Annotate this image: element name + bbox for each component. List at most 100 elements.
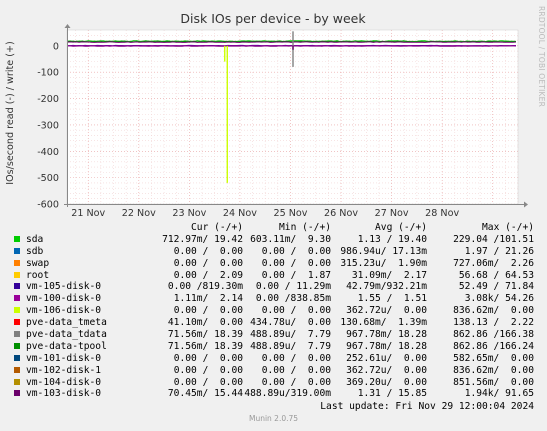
legend-series-name: root [26, 269, 50, 281]
x-tick-label: 28 Nov [425, 208, 459, 219]
legend-series-name: vm-104-disk-0 [26, 376, 102, 388]
legend-row: swap 0.00 / 0.00 0.00 / 0.00 315.23u/ 1.90m… [12, 258, 534, 270]
legend-avg: 315.23u/ 1.90m [340, 257, 427, 269]
x-tick-label: 23 Nov [172, 208, 206, 219]
legend-series-name: vm-106-disk-0 [26, 305, 102, 317]
legend-max: 229.04 /101.51 [453, 233, 534, 245]
series-line-vm-103-disk-0 [66, 41, 517, 43]
legend-cur: 0.00 / 0.00 [173, 305, 243, 317]
legend-cur: 0.00 / 0.00 [173, 245, 243, 257]
legend-avg: 130.68m/ 1.39m [340, 317, 427, 329]
footer-version: Munin 2.0.75 [248, 414, 299, 423]
legend-row: pve-data-tpool 71.56m/ 18.39 488.89u/ 7.79… [12, 341, 534, 353]
legend-max: 3.08k/ 54.26 [464, 293, 534, 305]
header-min: Min (-/+) [279, 222, 331, 233]
legend-max: 56.68 / 64.53 [458, 269, 534, 281]
legend-row: vm-106-disk-0 0.00 / 0.00 0.00 / 0.00 362.7… [12, 305, 534, 317]
legend-row: vm-104-disk-0 0.00 / 0.00 0.00 / 0.00 369.2… [12, 377, 534, 389]
legend-cur: 1.11m/ 2.14 [173, 293, 243, 305]
y-tick-label: -100 [37, 68, 59, 79]
legend-swatch [14, 295, 20, 302]
legend-min: 603.11m/ 9.30 [250, 233, 331, 245]
legend-max: 851.56m/ 0.00 [453, 376, 534, 388]
legend-min: 488.89u/ 7.79 [250, 340, 331, 352]
y-tick-label: -300 [37, 120, 59, 131]
legend-avg: 31.09m/ 2.17 [351, 269, 427, 281]
legend-swatch [14, 235, 20, 242]
legend-max: 862.86 /166.38 [453, 329, 534, 341]
x-ticks: 21 Nov 22 Nov 23 Nov 24 Nov 25 Nov 26 Nov 27 N… [71, 208, 459, 219]
x-tick-label: 22 Nov [122, 208, 156, 219]
legend-max: 836.62m/ 0.00 [453, 305, 534, 317]
legend-swatch [14, 366, 20, 373]
legend-cur: 71.56m/ 18.39 [167, 329, 243, 341]
legend-series-name: vm-101-disk-0 [26, 352, 102, 364]
legend-row: vm-101-disk-0 0.00 / 0.00 0.00 / 0.00 252.6… [12, 353, 534, 365]
y-ticks: 0 -100 -200 -300 -400 -500 -600 [37, 41, 59, 210]
x-tick-label: 25 Nov [273, 208, 307, 219]
legend-swatch [14, 378, 20, 385]
y-axis-arrow [64, 24, 71, 28]
legend-avg: 1.13 / 19.40 [357, 233, 427, 245]
legend-min: 0.00 / 0.00 [261, 352, 331, 364]
legend-max: 138.13 / 2.22 [453, 317, 534, 329]
legend-min: 0.00 / 0.00 [261, 245, 331, 257]
legend-series-name: vm-102-disk-1 [26, 364, 102, 376]
x-axis-arrow [524, 201, 528, 208]
legend-swatch [14, 331, 20, 338]
legend-avg: 1.55 / 1.51 [357, 293, 427, 305]
legend-row: root 0.00 / 2.09 0.00 / 1.87 31.09m/ 2.17 56… [12, 270, 534, 282]
legend-cur: 0.00 / 0.00 [173, 364, 243, 376]
legend-cur: 41.10m/ 0.00 [167, 317, 243, 329]
legend-min: 434.78u/ 0.00 [250, 317, 331, 329]
legend-series-name: pve-data_tdata [26, 329, 107, 341]
legend-row: pve-data_tmeta 41.10m/ 0.00 434.78u/ 0.00 1… [12, 317, 534, 329]
legend-series-name: swap [26, 257, 50, 269]
legend-series-name: sda [26, 233, 44, 245]
legend-series-name: vm-105-disk-0 [26, 281, 102, 293]
y-axis-label: IOs/second read (-) / write (+) [5, 41, 16, 185]
x-tick-label: 27 Nov [375, 208, 409, 219]
legend-max: 836.62m/ 0.00 [453, 364, 534, 376]
y-tick-label: -500 [37, 173, 59, 184]
legend-cur: 0.00 /819.30m [167, 281, 243, 293]
legend-swatch [14, 271, 20, 278]
last-update: Last update: Fri Nov 29 12:00:04 2024 [320, 401, 534, 412]
x-tick-label: 26 Nov [324, 208, 358, 219]
header-max: Max (-/+) [482, 222, 534, 233]
legend-rows: sda 712.97m/ 19.42 603.11m/ 9.30 1.13 / 19.… [12, 234, 534, 400]
header-cur: Cur (-/+) [191, 222, 243, 233]
legend-avg: 986.94u/ 17.13m [340, 245, 427, 257]
legend: Cur (-/+) Min (-/+) Avg (-/+) Max (-/+) … [12, 222, 534, 400]
y-tick-label: -200 [37, 94, 59, 105]
legend-avg: 252.61u/ 0.00 [346, 352, 427, 364]
legend-series-name: pve-data-tpool [26, 340, 107, 352]
chart-title: Disk IOs per device - by week [180, 11, 366, 26]
legend-avg: 967.78m/ 18.28 [346, 340, 427, 352]
legend-avg: 362.72u/ 0.00 [346, 305, 427, 317]
legend-cur: 71.56m/ 18.39 [167, 340, 243, 352]
legend-max: 582.65m/ 0.00 [453, 352, 534, 364]
y-tick-label: -600 [37, 200, 59, 211]
legend-min: 0.00 / 0.00 [261, 257, 331, 269]
legend-max: 52.49 / 71.84 [458, 281, 534, 293]
y-tick-label: -400 [37, 147, 59, 158]
legend-min: 488.89u/319.00m [244, 388, 331, 400]
legend-swatch [14, 247, 20, 254]
legend-swatch [14, 390, 20, 397]
legend-row: vm-105-disk-0 0.00 /819.30m 0.00 / 11.29m 4… [12, 281, 534, 293]
legend-avg: 967.78m/ 18.28 [346, 329, 427, 341]
legend-swatch [14, 259, 20, 266]
legend-series-name: vm-100-disk-0 [26, 293, 102, 305]
rrdtool-credit: RRDTOOL / TOBI OETIKER [537, 6, 546, 107]
legend-cur: 0.00 / 0.00 [173, 352, 243, 364]
x-tick-label: 21 Nov [71, 208, 105, 219]
legend-row: sda 712.97m/ 19.42 603.11m/ 9.30 1.13 / 19.… [12, 234, 534, 246]
legend-swatch [14, 319, 20, 326]
legend-avg: 369.20u/ 0.00 [346, 376, 427, 388]
legend-cur: 0.00 / 2.09 [173, 269, 243, 281]
legend-row: sdb 0.00 / 0.00 0.00 / 0.00 986.94u/ 17.13m… [12, 246, 534, 258]
x-tick-label: 24 Nov [223, 208, 257, 219]
legend-min: 0.00 / 0.00 [261, 305, 331, 317]
legend-avg: 1.31 / 15.85 [357, 388, 427, 400]
